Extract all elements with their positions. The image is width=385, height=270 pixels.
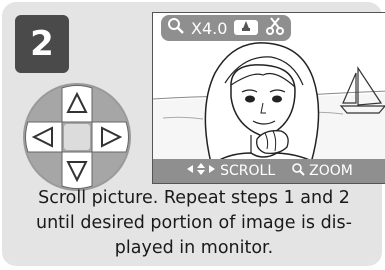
sailboat-right (339, 65, 385, 114)
monitor-bottom-bar: SCROLL ZOOM (153, 159, 385, 183)
dpad-right-button[interactable] (91, 121, 129, 153)
scissors-icon (265, 16, 285, 40)
scroll-hint: SCROLL (186, 162, 275, 180)
scroll-arrows-icon (186, 162, 216, 180)
magnifier-icon (167, 17, 185, 39)
zoom-factor: X4.0 (191, 18, 228, 38)
instruction-line: until desired portion of image is dis- (36, 213, 352, 233)
dpad-center (64, 124, 90, 150)
dpad-down-button[interactable] (61, 151, 93, 189)
dpad-icon (22, 82, 132, 192)
zoom-label: ZOOM (309, 163, 353, 179)
flash-icon (233, 16, 259, 40)
monitor-top-bar: X4.0 (161, 15, 292, 41)
magnifier-icon (291, 162, 305, 180)
instruction-line: Scroll picture. Repeat steps 1 and 2 (38, 188, 350, 208)
instruction-text: Scroll picture. Repeat steps 1 and 2 unt… (4, 186, 384, 261)
instruction-line: played in monitor. (114, 238, 274, 258)
zoom-hint: ZOOM (291, 162, 353, 180)
step-number: 2 (30, 24, 54, 64)
scroll-label: SCROLL (220, 163, 276, 179)
dpad-left-button[interactable] (25, 121, 63, 153)
instruction-card: 2 X4.0 SCROLL ZOOM Scroll picture. Repea… (2, 2, 385, 266)
dpad-up-button[interactable] (61, 85, 93, 123)
camera-monitor: X4.0 SCROLL ZOOM (152, 12, 385, 184)
step-number-badge: 2 (15, 15, 69, 73)
